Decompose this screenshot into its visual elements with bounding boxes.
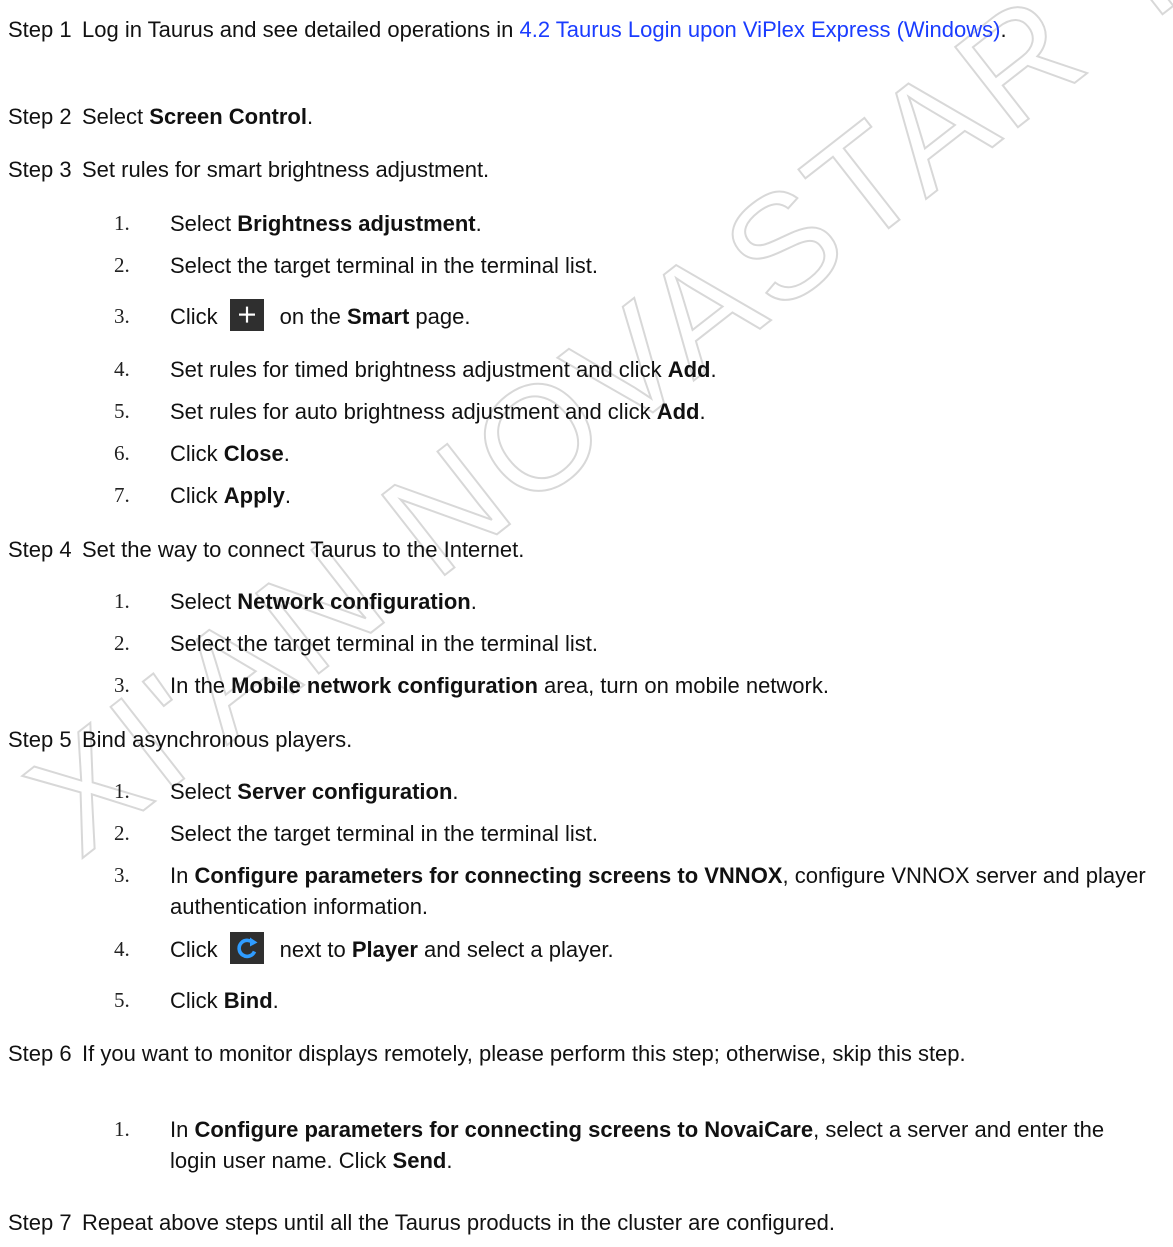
refresh-icon (229, 932, 264, 965)
substep-number: 2. (114, 821, 130, 845)
substep-text: Select the target terminal in the termin… (170, 253, 598, 278)
text-part: . (452, 779, 459, 804)
text-part: In (170, 1117, 195, 1142)
text-part: . (475, 211, 482, 236)
substep-number: 1. (114, 779, 130, 803)
step-text: Repeat above steps until all the Taurus … (82, 1210, 835, 1235)
text-part: Select (170, 211, 238, 236)
ui-term: Network configuration (237, 589, 471, 614)
step-text: Set the way to connect Taurus to the Int… (82, 537, 525, 562)
substep-number: 3. (114, 304, 130, 328)
substep-number: 4. (114, 357, 130, 381)
step-label: Step 4 (8, 537, 72, 562)
substep-number: 1. (114, 589, 130, 613)
text-part: next to (279, 937, 352, 962)
substep-number: 6. (114, 441, 130, 465)
step-label: Step 5 (8, 727, 72, 752)
substep-text: Click next to Player and select a player. (170, 932, 1153, 965)
ui-term: Send (392, 1148, 447, 1173)
text-part: In the (170, 673, 232, 698)
ui-term: Add (656, 399, 700, 424)
substep-text: Click Apply. (170, 480, 1153, 511)
ui-term: Smart (346, 304, 410, 329)
step-text-part: Log in Taurus and see detailed operation… (82, 17, 520, 42)
substep-text: Set rules for auto brightness adjustment… (170, 396, 1153, 427)
substep-number: 1. (114, 211, 130, 235)
substep-text: Click Close. (170, 438, 1153, 469)
text-part: . (284, 483, 292, 508)
text-part: . (283, 441, 290, 466)
substep-text: In Configure parameters for connecting s… (170, 1114, 1153, 1176)
step-label: Step 7 (8, 1210, 72, 1235)
step-text: If you want to monitor displays remotely… (82, 1041, 966, 1066)
substep-text: Select the target terminal in the termin… (170, 821, 598, 846)
text-part: In (170, 863, 195, 888)
substep-text: Click on the Smart page. (170, 299, 1153, 332)
text-part: Click (170, 937, 218, 962)
substep-number: 7. (114, 483, 130, 507)
ui-term: Configure parameters for connecting scre… (194, 863, 783, 888)
step-text: Select Screen Control. (82, 101, 1159, 132)
step-label: Step 2 (8, 104, 72, 129)
substep-text: Select Brightness adjustment. (170, 208, 1153, 239)
substep-text: In the Mobile network configuration area… (170, 670, 1153, 701)
ui-term: Apply (223, 483, 285, 508)
substep-number: 2. (114, 631, 130, 655)
step-text: Log in Taurus and see detailed operation… (82, 14, 1159, 45)
text-part: Click (170, 988, 224, 1013)
substep-text: Select Network configuration. (170, 586, 1153, 617)
substep-text: Click Bind. (170, 985, 1153, 1016)
step-text-part: Select (82, 104, 150, 129)
text-part: . (446, 1148, 453, 1173)
ui-term: Server configuration (237, 779, 453, 804)
ui-term: Close (223, 441, 284, 466)
text-part: Set rules for auto brightness adjustment… (170, 399, 657, 424)
step-label: Step 3 (8, 157, 72, 182)
text-part: page. (409, 304, 471, 329)
substep-number: 5. (114, 988, 130, 1012)
text-part: Select (170, 589, 238, 614)
ui-term: Screen Control (149, 104, 307, 129)
substep-number: 1. (114, 1117, 130, 1141)
ui-term: Mobile network configuration (231, 673, 538, 698)
ui-term: Player (351, 937, 418, 962)
ui-term: Brightness adjustment (237, 211, 476, 236)
text-part: . (710, 357, 717, 382)
substep-text: In Configure parameters for connecting s… (170, 860, 1153, 922)
ui-term: Bind (223, 988, 273, 1013)
step-label: Step 1 (8, 17, 72, 42)
step-text-part: . (1000, 17, 1007, 42)
step-text-part: . (306, 104, 314, 129)
text-part: Select (170, 779, 238, 804)
ui-term: Add (667, 357, 711, 382)
text-part: Click (170, 483, 224, 508)
text-part: . (470, 589, 477, 614)
substep-number: 2. (114, 253, 130, 277)
substep-text: Set rules for timed brightness adjustmen… (170, 354, 1153, 385)
ui-term: Configure parameters for connecting scre… (194, 1117, 814, 1142)
plus-icon (229, 299, 264, 332)
taurus-login-link[interactable]: 4.2 Taurus Login upon ViPlex Express (Wi… (519, 17, 1000, 42)
substep-number: 3. (114, 673, 130, 697)
text-part: Set rules for timed brightness adjustmen… (170, 357, 668, 382)
text-part: Click (170, 304, 218, 329)
substep-number: 5. (114, 399, 130, 423)
substep-number: 3. (114, 863, 130, 887)
text-part: and select a player. (417, 937, 614, 962)
text-part: on the (279, 304, 347, 329)
step-text: Set rules for smart brightness adjustmen… (82, 157, 490, 182)
step-text: Bind asynchronous players. (82, 727, 353, 752)
substep-text: Select the target terminal in the termin… (170, 631, 598, 656)
text-part: Click (170, 441, 224, 466)
step-label: Step 6 (8, 1041, 72, 1066)
substep-text: Select Server configuration. (170, 776, 1153, 807)
document-body: Step 1 Log in Taurus and see detailed op… (0, 0, 1173, 1247)
substep-number: 4. (114, 937, 130, 961)
text-part: . (699, 399, 706, 424)
text-part: . (272, 988, 279, 1013)
text-part: area, turn on mobile network. (537, 673, 829, 698)
